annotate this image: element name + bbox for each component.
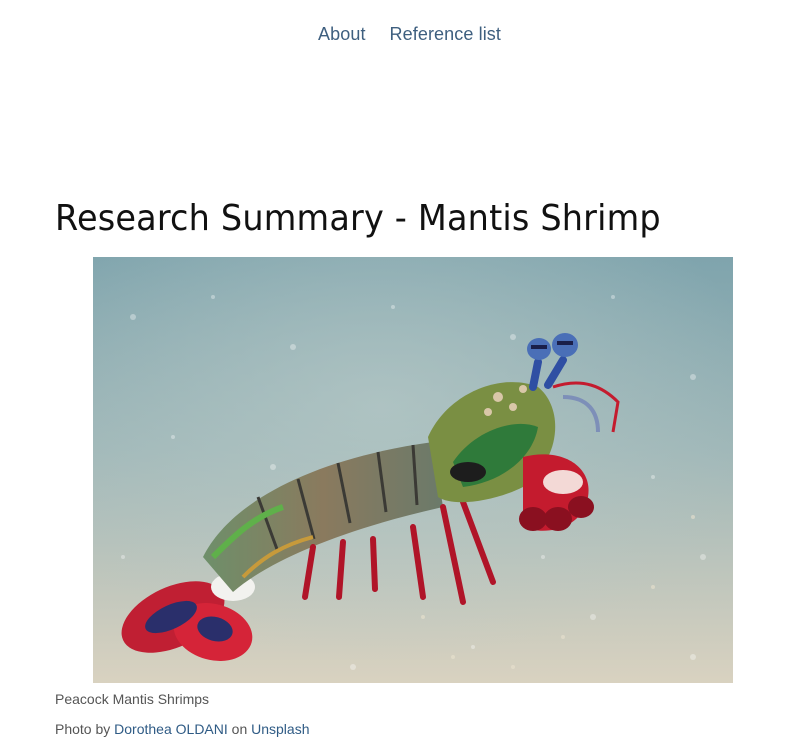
unsplash-link[interactable]: Unsplash bbox=[251, 721, 309, 737]
mantis-shrimp-photo bbox=[93, 257, 733, 683]
photo-credit: Photo by Dorothea OLDANI on Unsplash bbox=[55, 721, 310, 737]
credit-middle: on bbox=[231, 721, 248, 737]
top-nav: About Reference list bbox=[0, 24, 805, 45]
photo-caption: Peacock Mantis Shrimps bbox=[55, 691, 210, 707]
page: About Reference list Research Summary - … bbox=[0, 0, 805, 755]
photographer-link[interactable]: Dorothea OLDANI bbox=[114, 721, 228, 737]
credit-prefix: Photo by bbox=[55, 721, 111, 737]
nav-link-reference-list[interactable]: Reference list bbox=[390, 24, 501, 45]
page-title: Research Summary - Mantis Shrimp bbox=[55, 198, 661, 239]
nav-link-about[interactable]: About bbox=[318, 24, 366, 45]
